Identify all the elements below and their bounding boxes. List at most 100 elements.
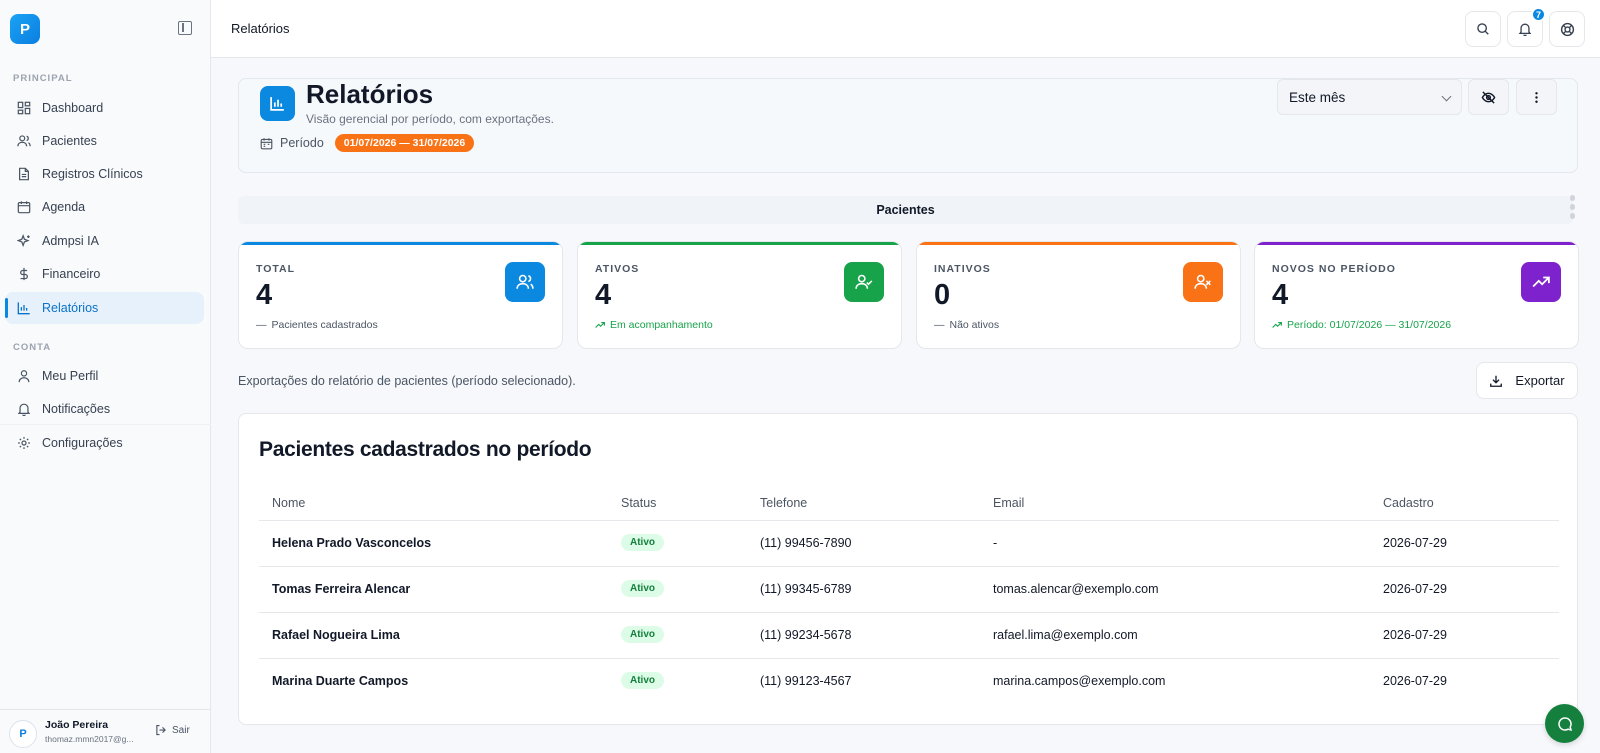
collapse-sidebar-icon[interactable] xyxy=(178,21,192,35)
period-badge: 01/07/2026 — 31/07/2026 xyxy=(334,134,475,152)
tabs-scrollbar[interactable] xyxy=(1570,195,1575,225)
sidebar-item-configuracoes[interactable]: Configurações xyxy=(5,427,204,459)
column-header-telefone[interactable]: Telefone xyxy=(760,496,807,510)
sidebar-item-label: Notificações xyxy=(42,402,111,416)
sidebar-item-admpsi-ia[interactable]: Admpsi IA xyxy=(5,225,204,257)
chat-button[interactable] xyxy=(1545,704,1584,743)
period-select[interactable]: Este mês xyxy=(1277,79,1462,115)
column-header-cadastro[interactable]: Cadastro xyxy=(1383,496,1434,510)
cell-email: rafael.lima@exemplo.com xyxy=(993,628,1138,642)
cell-name: Helena Prado Vasconcelos xyxy=(272,536,432,550)
column-header-status[interactable]: Status xyxy=(621,496,656,510)
cell-email: tomas.alencar@exemplo.com xyxy=(993,582,1159,596)
logout-label: Sair xyxy=(172,724,190,736)
sidebar-item-notificacoes[interactable]: Notificações xyxy=(5,393,204,425)
period-select-value: Este mês xyxy=(1289,89,1346,105)
sidebar-item-label: Configurações xyxy=(42,436,123,450)
section-label-conta: CONTA xyxy=(13,342,52,353)
stat-value: 0 xyxy=(934,279,951,311)
sidebar-divider xyxy=(0,424,211,425)
user-icon xyxy=(18,370,30,383)
user-email: thomaz.mmn2017@g... xyxy=(45,734,134,744)
sidebar-item-label: Dashboard xyxy=(42,101,104,115)
cell-email: - xyxy=(993,536,998,550)
sidebar-item-meu-perfil[interactable]: Meu Perfil xyxy=(5,360,204,392)
sidebar-item-label: Financeiro xyxy=(42,267,101,281)
app-logo[interactable]: P xyxy=(10,14,40,44)
cell-date: 2026-07-29 xyxy=(1383,582,1447,596)
column-header-nome[interactable]: Nome xyxy=(272,496,305,510)
avatar[interactable]: P xyxy=(9,720,37,748)
help-button[interactable] xyxy=(1549,11,1585,47)
sidebar-item-label: Pacientes xyxy=(42,134,97,148)
status-badge: Ativo xyxy=(621,580,664,597)
sidebar-item-financeiro[interactable]: Financeiro xyxy=(5,258,204,290)
cell-phone: (11) 99234-5678 xyxy=(760,628,852,642)
calendar-icon xyxy=(260,137,273,149)
search-icon xyxy=(1477,23,1489,35)
period-info: Período 01/07/2026 — 31/07/2026 xyxy=(260,134,475,152)
table-row[interactable]: Helena Prado Vasconcelos Ativo (11) 9945… xyxy=(259,521,1559,567)
stat-label: INATIVOS xyxy=(934,263,991,275)
stat-label: ATIVOS xyxy=(595,263,640,275)
stat-card-total: TOTAL 4 — Pacientes cadastrados xyxy=(238,241,563,349)
stat-label: TOTAL xyxy=(256,263,296,275)
sidebar-item-relatorios[interactable]: Relatórios xyxy=(5,292,204,324)
sidebar-item-pacientes[interactable]: Pacientes xyxy=(5,125,204,157)
cell-name: Rafael Nogueira Lima xyxy=(272,628,400,642)
sidebar-item-label: Meu Perfil xyxy=(42,369,99,383)
cell-date: 2026-07-29 xyxy=(1383,674,1447,688)
stat-value: 4 xyxy=(1272,279,1289,311)
reports-icon xyxy=(260,86,295,121)
grid-icon xyxy=(17,101,31,115)
sidebar-item-registros-clinicos[interactable]: Registros Clínicos xyxy=(5,158,204,190)
notification-count-badge: 7 xyxy=(1531,7,1546,22)
period-label: Período xyxy=(280,136,324,150)
topbar: Relatórios 7 xyxy=(211,0,1600,58)
page-subtitle: Visão gerencial por período, com exporta… xyxy=(306,112,554,126)
stat-value: 4 xyxy=(256,279,273,311)
users-icon xyxy=(505,262,545,302)
logout-button[interactable]: Sair xyxy=(155,724,190,736)
table-row[interactable]: Rafael Nogueira Lima Ativo (11) 99234-56… xyxy=(259,613,1559,659)
more-options-button[interactable] xyxy=(1516,79,1557,115)
eye-off-icon xyxy=(1481,90,1496,104)
notifications-button[interactable]: 7 xyxy=(1507,7,1546,47)
users-icon xyxy=(17,135,31,147)
table-header: Nome Status Telefone Email Cadastro xyxy=(259,486,1559,521)
gear-icon xyxy=(18,437,30,449)
section-label-principal: PRINCIPAL xyxy=(13,73,73,84)
cell-date: 2026-07-29 xyxy=(1383,536,1447,550)
report-tabs: Pacientes xyxy=(238,196,1573,224)
patients-table-card: Pacientes cadastrados no período Nome St… xyxy=(238,413,1578,725)
cell-email: marina.campos@exemplo.com xyxy=(993,674,1166,688)
table-row[interactable]: Tomas Ferreira Alencar Ativo (11) 99345-… xyxy=(259,567,1559,613)
tab-pacientes[interactable]: Pacientes xyxy=(876,203,934,217)
chart-icon xyxy=(17,302,30,315)
sidebar-item-dashboard[interactable]: Dashboard xyxy=(5,92,204,124)
export-button[interactable]: Exportar xyxy=(1476,362,1578,399)
lifebuoy-icon xyxy=(1560,22,1574,36)
user-check-icon xyxy=(844,262,884,302)
sparkles-icon xyxy=(17,234,30,248)
column-header-email[interactable]: Email xyxy=(993,496,1024,510)
cell-phone: (11) 99123-4567 xyxy=(760,674,852,688)
sidebar-item-agenda[interactable]: Agenda xyxy=(5,191,204,223)
stat-note: — Pacientes cadastrados xyxy=(256,319,378,331)
chevron-down-icon xyxy=(1441,91,1452,102)
sidebar: P PRINCIPAL Dashboard Pacientes Registro… xyxy=(0,0,211,753)
trending-up-icon xyxy=(595,321,605,328)
stat-note: — Não ativos xyxy=(934,319,1000,331)
sidebar-item-label: Admpsi IA xyxy=(42,234,99,248)
cell-phone: (11) 99456-7890 xyxy=(760,536,852,550)
stat-value: 4 xyxy=(595,279,612,311)
cell-date: 2026-07-29 xyxy=(1383,628,1447,642)
toggle-visibility-button[interactable] xyxy=(1468,79,1509,115)
stat-card-inativos: INATIVOS 0 — Não ativos xyxy=(916,241,1241,349)
sidebar-item-label: Relatórios xyxy=(42,301,99,315)
table-row[interactable]: Marina Duarte Campos Ativo (11) 99123-45… xyxy=(259,659,1559,705)
status-badge: Ativo xyxy=(621,626,664,643)
dash-icon: — xyxy=(256,319,267,331)
search-button[interactable] xyxy=(1465,11,1501,47)
breadcrumb: Relatórios xyxy=(231,21,290,36)
